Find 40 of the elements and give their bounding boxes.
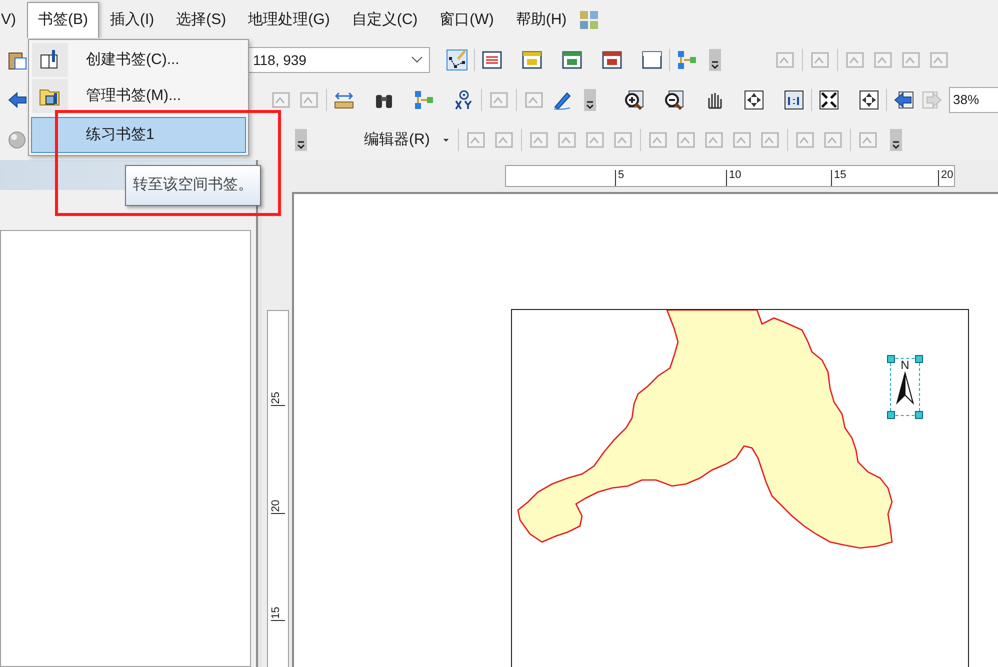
zoom-field[interactable]: 38%: [949, 87, 998, 113]
zoom-in-fixed-icon[interactable]: [818, 89, 840, 111]
coordinate-combobox[interactable]: 118, 939: [246, 47, 430, 73]
menu-item[interactable]: 插入(I): [99, 2, 166, 38]
ruler-label: 5: [615, 170, 624, 186]
sphere-icon[interactable]: [6, 129, 28, 151]
ruler-label: 15: [271, 605, 285, 621]
ruler-label: 10: [726, 170, 742, 186]
tooltip: 转至该空间书签。: [125, 165, 261, 206]
menu-item[interactable]: 创建书签(C)...: [31, 42, 246, 78]
grid-icon[interactable]: [578, 9, 600, 31]
menu-item[interactable]: 自定义(C): [340, 2, 429, 38]
window-icon[interactable]: [641, 49, 663, 71]
ruler-label: 20: [938, 170, 954, 186]
ruler-label: 25: [271, 390, 285, 406]
menu-item[interactable]: 选择(S): [165, 2, 238, 38]
menu-item[interactable]: V): [0, 2, 27, 38]
zoom-in-icon[interactable]: [623, 89, 645, 111]
ruler-label: 15: [831, 170, 846, 186]
back-arrow-icon[interactable]: [6, 89, 28, 111]
full-extent-icon[interactable]: [743, 89, 765, 111]
menu-item[interactable]: 帮助(H): [504, 2, 578, 38]
menu-item[interactable]: 窗口(W): [428, 2, 505, 38]
window-icon[interactable]: [561, 49, 583, 71]
table-window-icon[interactable]: [481, 49, 503, 71]
previous-extent-icon[interactable]: [893, 89, 915, 111]
vertex-edit-icon[interactable]: [446, 49, 468, 71]
menu-item[interactable]: 书签(B): [27, 2, 99, 38]
ruler-label: 20: [271, 498, 285, 514]
editor-menu-button[interactable]: 编辑器(R): [360, 127, 434, 153]
window-icon[interactable]: [521, 49, 543, 71]
route-icon[interactable]: [413, 89, 435, 111]
window-icon[interactable]: [601, 49, 623, 71]
menu-item[interactable]: 管理书签(M)...: [31, 78, 246, 114]
menu-item[interactable]: 练习书签1: [31, 117, 246, 153]
zoom-out-icon[interactable]: [663, 89, 685, 111]
model-icon[interactable]: [676, 49, 698, 71]
chevron-down-icon: [411, 56, 423, 64]
menu-item[interactable]: 地理处理(G): [237, 2, 341, 38]
one-to-one-icon[interactable]: [783, 89, 805, 111]
